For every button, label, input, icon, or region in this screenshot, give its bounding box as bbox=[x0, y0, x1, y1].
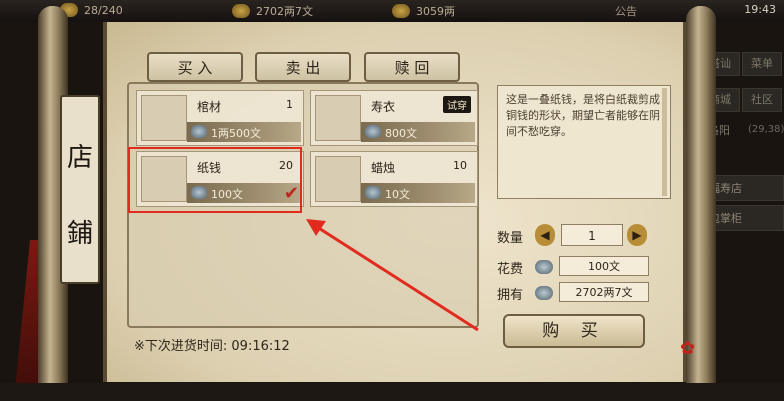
annotation-arrow bbox=[306, 219, 479, 332]
decrease-quantity-button[interactable]: ◀ bbox=[535, 224, 555, 246]
item-description: 这是一叠纸钱，是将白纸裁剪成铜钱的形状，期望亡者能够在阴间不愁吃穿。 bbox=[497, 85, 671, 199]
bottom-bar bbox=[0, 383, 784, 401]
description-scrollbar[interactable] bbox=[662, 88, 667, 196]
quantity-input[interactable]: 1 bbox=[561, 224, 623, 246]
silver-icon bbox=[535, 260, 553, 274]
quantity-label: 数量 bbox=[497, 231, 524, 246]
owned-label: 拥有 bbox=[497, 288, 524, 303]
cost-value: 100文 bbox=[559, 256, 649, 276]
increase-quantity-button[interactable]: ▶ bbox=[627, 224, 647, 246]
cost-label: 花费 bbox=[497, 262, 524, 277]
silver-icon bbox=[535, 286, 553, 300]
seal-icon: ✿ bbox=[680, 338, 696, 359]
buy-button[interactable]: 购 买 bbox=[503, 314, 645, 348]
owned-value: 2702两7文 bbox=[559, 282, 649, 302]
restock-timer: ※下次进货时间: 09:16:12 bbox=[134, 339, 290, 354]
